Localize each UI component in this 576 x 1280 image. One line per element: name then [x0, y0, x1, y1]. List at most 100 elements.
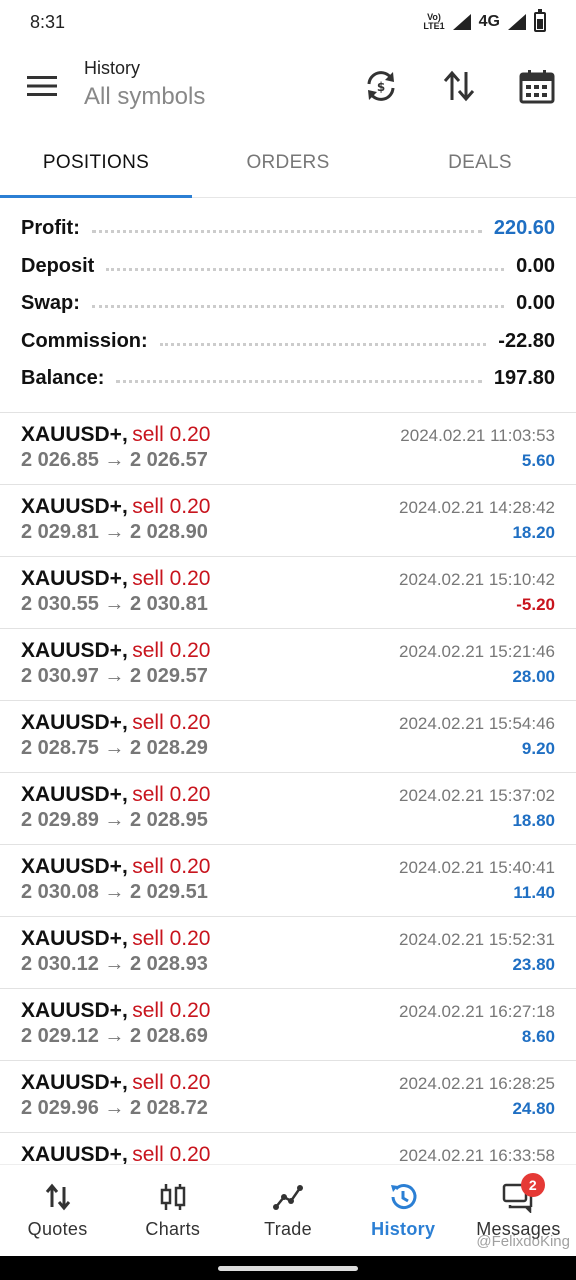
deal-row[interactable]: XAUUSD+, sell 0.20 2024.02.21 15:52:31 2 0… [0, 917, 576, 989]
symbol-filter: All symbols [84, 82, 206, 110]
deal-prices: 2 029.96 → 2 028.72 [21, 1097, 208, 1119]
battery-icon [534, 9, 546, 32]
deal-instrument: XAUUSD+, sell 0.20 [21, 423, 210, 447]
deal-row[interactable]: XAUUSD+, sell 0.20 2024.02.21 16:27:18 2 0… [0, 989, 576, 1061]
nav-quotes[interactable]: Quotes [0, 1165, 115, 1256]
deal-instrument: XAUUSD+, sell 0.20 [21, 495, 210, 519]
home-indicator[interactable] [218, 1265, 358, 1271]
summary-panel: Profit: 220.60 Deposit 0.00 Swap: 0.00 C… [0, 210, 576, 398]
deal-row-bottom: 2 030.08 → 2 029.51 11.40 [21, 879, 555, 904]
calendar-button[interactable] [498, 44, 576, 128]
summary-swap-row: Swap: 0.00 [0, 285, 576, 323]
deal-symbol: XAUUSD+, [21, 639, 128, 662]
deal-row[interactable]: XAUUSD+, sell 0.20 2024.02.21 16:28:25 2 0… [0, 1061, 576, 1133]
sort-button[interactable] [420, 44, 498, 128]
deal-symbol: XAUUSD+, [21, 1071, 128, 1094]
deal-row[interactable]: XAUUSD+, sell 0.20 2024.02.21 15:21:46 2 0… [0, 629, 576, 701]
app-header: History All symbols $ [0, 44, 576, 128]
deal-instrument: XAUUSD+, sell 0.20 [21, 855, 210, 879]
deposit-label: Deposit [21, 254, 95, 277]
header-titles[interactable]: History All symbols [84, 58, 342, 111]
nav-charts[interactable]: Charts [115, 1165, 230, 1256]
deal-prices: 2 026.85 → 2 026.57 [21, 449, 208, 471]
quotes-icon [45, 1183, 70, 1211]
deal-symbol: XAUUSD+, [21, 495, 128, 518]
tab-positions[interactable]: POSITIONS [0, 128, 192, 198]
deal-row[interactable]: XAUUSD+, sell 0.20 2024.02.21 15:10:42 2 0… [0, 557, 576, 629]
tab-deals[interactable]: DEALS [384, 128, 576, 197]
deal-time: 2024.02.21 16:33:58 [399, 1146, 555, 1164]
profit-value: 220.60 [493, 217, 555, 240]
deal-time: 2024.02.21 16:28:25 [399, 1074, 555, 1093]
deal-row[interactable]: XAUUSD+, sell 0.20 2024.02.21 15:40:41 2 0… [0, 845, 576, 917]
deal-row[interactable]: XAUUSD+, sell 0.20 2024.02.21 11:03:53 2 0… [0, 413, 576, 485]
deal-instrument: XAUUSD+, sell 0.20 [21, 1143, 210, 1164]
nav-label: Charts [145, 1219, 201, 1239]
deal-time: 2024.02.21 15:37:02 [399, 786, 555, 805]
deal-row-bottom: 2 030.12 → 2 028.93 23.80 [21, 951, 555, 976]
nav-trade[interactable]: Trade [230, 1165, 345, 1256]
deal-row-bottom: 2 026.85 → 2 026.57 5.60 [21, 447, 555, 472]
deal-time: 2024.02.21 16:27:18 [399, 1002, 555, 1021]
deal-row[interactable]: XAUUSD+, sell 0.20 2024.02.21 14:28:42 2 0… [0, 485, 576, 557]
deal-row-bottom: 2 029.12 → 2 028.69 8.60 [21, 1023, 555, 1048]
currency-exchange-icon: $ [367, 71, 395, 101]
nav-label: Trade [264, 1219, 312, 1239]
calendar-icon [519, 70, 555, 104]
deal-prices: 2 028.75 → 2 028.29 [21, 737, 208, 759]
deal-side: sell 0.20 [132, 783, 211, 806]
menu-button[interactable] [0, 44, 84, 128]
deal-symbol: XAUUSD+, [21, 423, 128, 446]
sort-icon [443, 70, 475, 102]
deal-row-top: XAUUSD+, sell 0.20 2024.02.21 14:28:42 [21, 495, 555, 519]
deal-row-bottom: 2 029.81 → 2 028.90 18.20 [21, 519, 555, 544]
summary-profit-row: Profit: 220.60 [0, 210, 576, 248]
dot-leader [91, 305, 505, 309]
bottom-nav: Quotes Charts Trade History 2 Messages @… [0, 1164, 576, 1256]
signal-icon [452, 14, 471, 30]
deal-side: sell 0.20 [132, 927, 211, 950]
swap-label: Swap: [21, 292, 80, 315]
dot-leader [116, 380, 482, 384]
summary-deposit-row: Deposit 0.00 [0, 248, 576, 286]
deal-profit: 24.80 [512, 1099, 555, 1118]
deal-prices: 2 030.08 → 2 029.51 [21, 881, 208, 903]
deal-instrument: XAUUSD+, sell 0.20 [21, 999, 210, 1023]
deal-time: 2024.02.21 15:52:31 [399, 930, 555, 949]
nav-label: History [371, 1219, 436, 1239]
deal-prices: 2 029.89 → 2 028.95 [21, 809, 208, 831]
deal-row-top: XAUUSD+, sell 0.20 2024.02.21 11:03:53 [21, 423, 555, 447]
deal-prices: 2 029.12 → 2 028.69 [21, 1025, 208, 1047]
deal-list[interactable]: XAUUSD+, sell 0.20 2024.02.21 11:03:53 2 0… [0, 412, 576, 1164]
deal-instrument: XAUUSD+, sell 0.20 [21, 783, 210, 807]
signal-icon-2 [508, 14, 526, 30]
nav-history[interactable]: History [346, 1165, 461, 1256]
deal-row-top: XAUUSD+, sell 0.20 2024.02.21 15:37:02 [21, 783, 555, 807]
deal-row-bottom: 2 029.89 → 2 028.95 18.80 [21, 807, 555, 832]
deal-row[interactable]: XAUUSD+, sell 0.20 2024.02.21 16:33:58 [0, 1133, 576, 1164]
deal-side: sell 0.20 [132, 1143, 211, 1164]
tab-orders[interactable]: ORDERS [192, 128, 384, 197]
deal-row[interactable]: XAUUSD+, sell 0.20 2024.02.21 15:37:02 2 0… [0, 773, 576, 845]
deal-symbol: XAUUSD+, [21, 927, 128, 950]
deal-prices: 2 030.12 → 2 028.93 [21, 953, 208, 975]
deal-row[interactable]: XAUUSD+, sell 0.20 2024.02.21 15:54:46 2 0… [0, 701, 576, 773]
dot-leader [106, 267, 505, 271]
charts-icon [160, 1184, 186, 1210]
deal-time: 2024.02.21 15:10:42 [399, 570, 555, 589]
sync-button[interactable]: $ [342, 44, 420, 128]
deal-symbol: XAUUSD+, [21, 783, 128, 806]
dot-leader [91, 230, 482, 234]
deal-side: sell 0.20 [132, 567, 211, 590]
tab-bar: POSITIONS ORDERS DEALS [0, 128, 576, 198]
commission-label: Commission: [21, 329, 148, 352]
deal-time: 2024.02.21 15:54:46 [399, 714, 555, 733]
volte-icon: Vo) LTE1 [423, 12, 445, 31]
deal-profit: 11.40 [513, 883, 555, 902]
deal-prices: 2 030.97 → 2 029.57 [21, 665, 208, 687]
system-nav-bar [0, 1256, 576, 1280]
commission-value: -22.80 [498, 329, 555, 352]
deal-side: sell 0.20 [132, 711, 211, 734]
deal-row-top: XAUUSD+, sell 0.20 2024.02.21 16:28:25 [21, 1071, 555, 1095]
deal-symbol: XAUUSD+, [21, 999, 128, 1022]
